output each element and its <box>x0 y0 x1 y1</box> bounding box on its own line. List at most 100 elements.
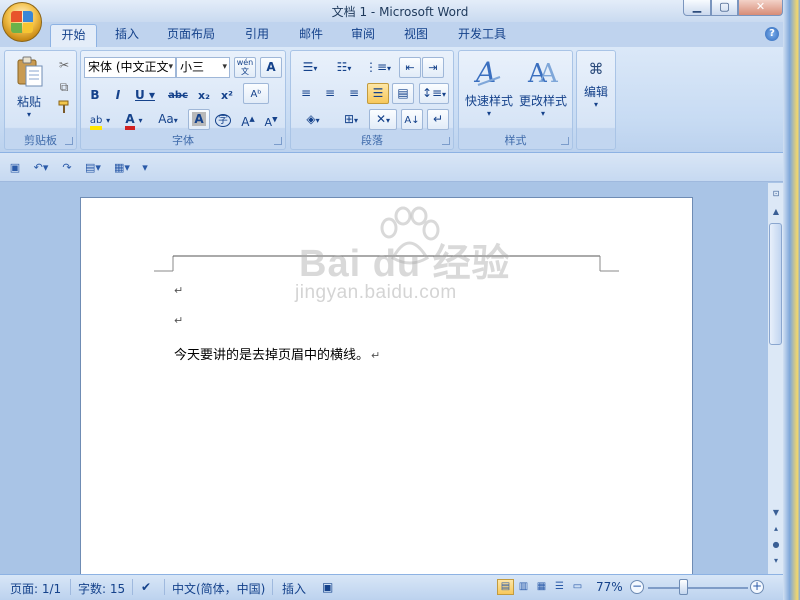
draft-view-icon[interactable]: ▭ <box>569 579 586 595</box>
scroll-down-icon[interactable]: ▼ <box>769 506 783 520</box>
word-count[interactable]: 字数: 15 <box>78 580 125 597</box>
zoom-slider-thumb[interactable] <box>679 579 688 595</box>
proofing-icon[interactable]: ✔ <box>141 580 151 594</box>
numbering-button[interactable]: ☷▾ <box>329 57 359 78</box>
superscript-button[interactable]: x² <box>216 85 238 106</box>
decrease-indent-button[interactable]: ⇤ <box>399 57 421 78</box>
zoom-level[interactable]: 77% <box>596 580 623 594</box>
maximize-button[interactable]: ▢ <box>711 0 738 16</box>
tab-page-layout[interactable]: 页面布局 <box>160 24 222 47</box>
tab-view[interactable]: 视图 <box>395 24 437 47</box>
font-launcher-icon[interactable] <box>274 137 282 145</box>
zoom-out-icon[interactable]: − <box>630 580 644 594</box>
align-center-button[interactable]: ≡ <box>319 83 341 104</box>
font-size-select[interactable]: 小三 ▾ <box>176 57 230 78</box>
office-button[interactable] <box>2 2 42 42</box>
tab-insert[interactable]: 插入 <box>106 24 148 47</box>
multilevel-list-button[interactable]: ⋮≡▾ <box>363 57 393 78</box>
editing-button[interactable]: ⌘ 编辑 ▾ <box>578 55 614 125</box>
sort-button[interactable]: A↓ <box>401 109 423 130</box>
body-paragraph[interactable]: 今天要讲的是去掉页眉中的横线。 ↵ <box>174 344 380 363</box>
web-layout-view-icon[interactable]: ▦ <box>533 579 550 595</box>
text-highlight-button[interactable]: ab ▾ <box>84 109 116 130</box>
new-document-icon[interactable]: ▤▾ <box>82 161 104 175</box>
watermark-logo: Bai du 经验 <box>299 243 511 285</box>
italic-button[interactable]: I <box>107 85 129 106</box>
previous-page-icon[interactable]: ▴ <box>769 522 783 536</box>
distributed-button[interactable]: ▤ <box>392 83 414 104</box>
align-right-button[interactable]: ≡ <box>343 83 365 104</box>
enclose-characters-button[interactable]: 字 <box>212 109 234 130</box>
save-icon[interactable]: ▣ <box>8 161 22 175</box>
tab-home[interactable]: 开始 <box>50 24 97 47</box>
page-count[interactable]: 页面: 1/1 <box>10 580 61 597</box>
shading-button[interactable]: ◈▾ <box>295 109 331 130</box>
underline-icon: U ▾ <box>135 88 155 102</box>
subscript-button[interactable]: x₂ <box>193 85 215 106</box>
bullets-button[interactable]: ☰▾ <box>295 57 325 78</box>
macro-record-icon[interactable]: ▣ <box>322 580 333 594</box>
align-right-icon: ≡ <box>348 86 360 100</box>
tab-references[interactable]: 引用 <box>236 24 278 47</box>
undo-icon[interactable]: ↶▾ <box>30 161 52 175</box>
full-screen-reading-view-icon[interactable]: ▥ <box>515 579 532 595</box>
help-icon[interactable]: ? <box>765 27 779 41</box>
copy-button[interactable]: ⧉ <box>53 77 75 98</box>
change-case-button[interactable]: Aa▾ <box>152 109 184 130</box>
line-spacing-button[interactable]: ↕≡▾ <box>419 83 449 104</box>
scroll-up-icon[interactable]: ▲ <box>769 205 783 219</box>
chevron-down-icon: ▾ <box>347 64 352 73</box>
customize-qat-icon[interactable]: ▾ <box>138 161 152 175</box>
redo-icon[interactable]: ↷ <box>60 161 74 175</box>
cut-button[interactable]: ✂ <box>53 55 75 76</box>
show-marks-button[interactable]: ↵ <box>427 109 449 130</box>
document-area: Bai du 经验 jingyan.baidu.com ↵ ↵ 今天要讲的是去掉… <box>0 183 767 574</box>
language-indicator[interactable]: 中文(简体，中国) <box>172 580 265 597</box>
tab-mailings[interactable]: 邮件 <box>290 24 332 47</box>
minimize-button[interactable]: ▁ <box>683 0 711 16</box>
document-page[interactable]: Bai du 经验 jingyan.baidu.com ↵ ↵ 今天要讲的是去掉… <box>80 197 693 574</box>
multilevel-list-icon: ⋮≡ <box>364 60 388 74</box>
print-preview-icon[interactable]: ▦▾ <box>112 161 132 175</box>
bold-button[interactable]: B <box>84 85 106 106</box>
close-button[interactable]: ✕ <box>738 0 783 16</box>
outline-view-icon[interactable]: ☰ <box>551 579 568 595</box>
justify-button[interactable]: ☰ <box>367 83 389 104</box>
quick-styles-button[interactable]: A 快速样式 ▾ <box>462 55 516 125</box>
format-painter-button[interactable] <box>53 99 75 120</box>
ruler-toggle-icon[interactable]: ⊡ <box>769 187 783 201</box>
increase-indent-button[interactable]: ⇥ <box>422 57 444 78</box>
vertical-scrollbar[interactable]: ⊡ ▲ ▼ ▴ ● ▾ <box>767 183 783 574</box>
scissors-icon: ✂ <box>58 58 70 72</box>
justify-icon: ☰ <box>372 86 384 100</box>
next-page-icon[interactable]: ▾ <box>769 554 783 568</box>
tab-developer[interactable]: 开发工具 <box>452 24 512 47</box>
change-styles-button[interactable]: A A 更改样式 ▾ <box>516 55 570 125</box>
zoom-in-icon[interactable]: + <box>750 580 764 594</box>
borders-button[interactable]: ⊞▾ <box>333 109 369 130</box>
phonetic-guide-button[interactable]: wén 文 <box>234 57 256 78</box>
scroll-thumb[interactable] <box>769 223 782 345</box>
tab-review[interactable]: 审阅 <box>342 24 384 47</box>
styles-launcher-icon[interactable] <box>561 137 569 145</box>
paste-button[interactable]: 粘贴 ▾ <box>9 54 49 126</box>
strikethrough-button[interactable]: abc <box>166 85 190 106</box>
chinese-layout-button[interactable]: ✕▾ <box>369 109 397 130</box>
clipboard-launcher-icon[interactable] <box>65 137 73 145</box>
character-shading-button[interactable]: A <box>188 109 210 130</box>
character-border-button[interactable]: A <box>260 57 282 78</box>
chevron-down-icon: ▾ <box>106 116 111 125</box>
paragraph-launcher-icon[interactable] <box>442 137 450 145</box>
clear-formatting-button[interactable]: Aᵇ <box>243 83 269 104</box>
align-left-button[interactable]: ≡ <box>295 83 317 104</box>
insert-mode-indicator[interactable]: 插入 <box>282 580 306 597</box>
shrink-font-button[interactable]: A▼ <box>260 109 282 130</box>
print-layout-view-icon[interactable]: ▤ <box>497 579 514 595</box>
paragraph-mark-icon: ↵ <box>432 112 444 126</box>
select-browse-object-icon[interactable]: ● <box>769 538 783 552</box>
grow-font-button[interactable]: A▲ <box>237 109 259 130</box>
font-color-button[interactable]: A ▾ <box>119 109 149 130</box>
zoom-slider-track[interactable] <box>648 587 748 589</box>
font-name-select[interactable]: 宋体 (中文正文 ▾ <box>84 57 176 78</box>
underline-button[interactable]: U ▾ <box>131 85 159 106</box>
